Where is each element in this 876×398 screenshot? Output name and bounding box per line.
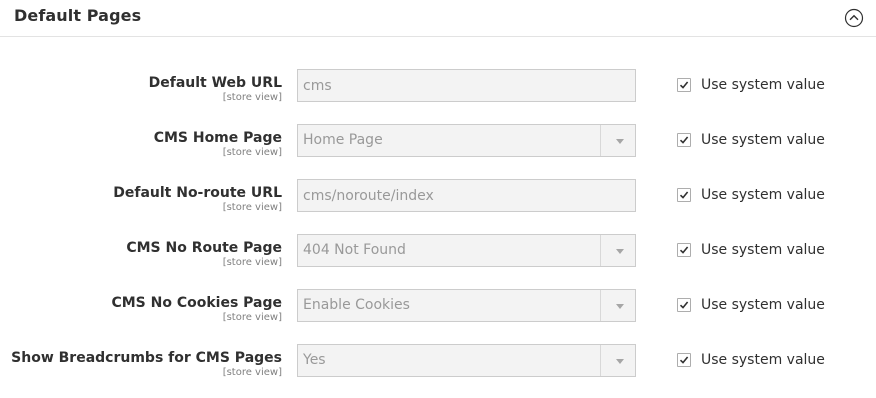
select-divider — [600, 235, 601, 266]
checkmark-icon — [679, 81, 689, 89]
checkmark-icon — [679, 191, 689, 199]
field-scope: [store view] — [222, 147, 282, 158]
field-row-cms-home-page: CMS Home Page [store view] Home Page Use… — [0, 124, 876, 158]
field-label: Default Web URL — [148, 75, 282, 91]
field-label: CMS No Cookies Page — [111, 295, 282, 311]
field-row-default-no-route-url: Default No-route URL [store view] Use sy… — [0, 179, 876, 213]
field-scope: [store view] — [222, 312, 282, 323]
field-label-block: CMS No Cookies Page [store view] — [111, 295, 282, 324]
use-system-value-label[interactable]: Use system value — [701, 77, 825, 93]
use-system-value-checkbox[interactable] — [677, 78, 691, 92]
use-system-value-label[interactable]: Use system value — [701, 352, 825, 368]
field-label: Show Breadcrumbs for CMS Pages — [11, 350, 282, 366]
field-label-block: Default Web URL [store view] — [149, 75, 282, 104]
field-label: CMS No Route Page — [126, 240, 282, 256]
default-no-route-url-input[interactable] — [297, 179, 636, 212]
default-pages-section: Default Pages Default Web URL [store vie… — [0, 0, 876, 398]
section-header[interactable]: Default Pages — [0, 0, 876, 37]
caret-down-icon[interactable] — [616, 139, 624, 144]
field-label-block: Default No-route URL [store view] — [113, 185, 282, 214]
select-divider — [600, 290, 601, 321]
field-label: Default No-route URL — [113, 185, 282, 201]
checkmark-icon — [679, 136, 689, 144]
checkmark-icon — [679, 356, 689, 364]
caret-down-icon[interactable] — [616, 304, 624, 309]
field-label-block: CMS Home Page [store view] — [154, 130, 282, 159]
use-system-value-label[interactable]: Use system value — [701, 187, 825, 203]
field-scope: [store view] — [222, 257, 282, 268]
caret-down-icon[interactable] — [616, 359, 624, 364]
caret-down-icon[interactable] — [616, 249, 624, 254]
use-system-value-checkbox[interactable] — [677, 298, 691, 312]
chevron-up-circle-icon[interactable] — [844, 8, 864, 28]
use-system-value-checkbox[interactable] — [677, 353, 691, 367]
select-value: Enable Cookies — [303, 297, 410, 313]
field-row-default-web-url: Default Web URL [store view] Use system … — [0, 69, 876, 103]
checkmark-icon — [679, 246, 689, 254]
checkmark-icon — [679, 301, 689, 309]
field-label-block: CMS No Route Page [store view] — [126, 240, 282, 269]
field-scope: [store view] — [222, 367, 282, 378]
field-row-cms-no-route-page: CMS No Route Page [store view] 404 Not F… — [0, 234, 876, 268]
select-divider — [600, 345, 601, 376]
select-value: Yes — [303, 352, 326, 368]
section-title: Default Pages — [14, 6, 142, 25]
use-system-value-checkbox[interactable] — [677, 188, 691, 202]
field-label-block: Show Breadcrumbs for CMS Pages [store vi… — [11, 350, 282, 379]
field-scope: [store view] — [222, 202, 282, 213]
field-row-show-breadcrumbs: Show Breadcrumbs for CMS Pages [store vi… — [0, 344, 876, 378]
use-system-value-checkbox[interactable] — [677, 243, 691, 257]
field-label: CMS Home Page — [153, 130, 282, 146]
default-web-url-input[interactable] — [297, 69, 636, 102]
use-system-value-checkbox[interactable] — [677, 133, 691, 147]
select-value: Home Page — [303, 132, 383, 148]
cms-home-page-select[interactable]: Home Page — [297, 124, 636, 157]
show-breadcrumbs-select[interactable]: Yes — [297, 344, 636, 377]
field-scope: [store view] — [222, 92, 282, 103]
use-system-value-label[interactable]: Use system value — [701, 297, 825, 313]
cms-no-route-page-select[interactable]: 404 Not Found — [297, 234, 636, 267]
field-row-cms-no-cookies-page: CMS No Cookies Page [store view] Enable … — [0, 289, 876, 323]
use-system-value-label[interactable]: Use system value — [701, 242, 825, 258]
use-system-value-label[interactable]: Use system value — [701, 132, 825, 148]
select-value: 404 Not Found — [303, 242, 406, 258]
cms-no-cookies-page-select[interactable]: Enable Cookies — [297, 289, 636, 322]
select-divider — [600, 125, 601, 156]
